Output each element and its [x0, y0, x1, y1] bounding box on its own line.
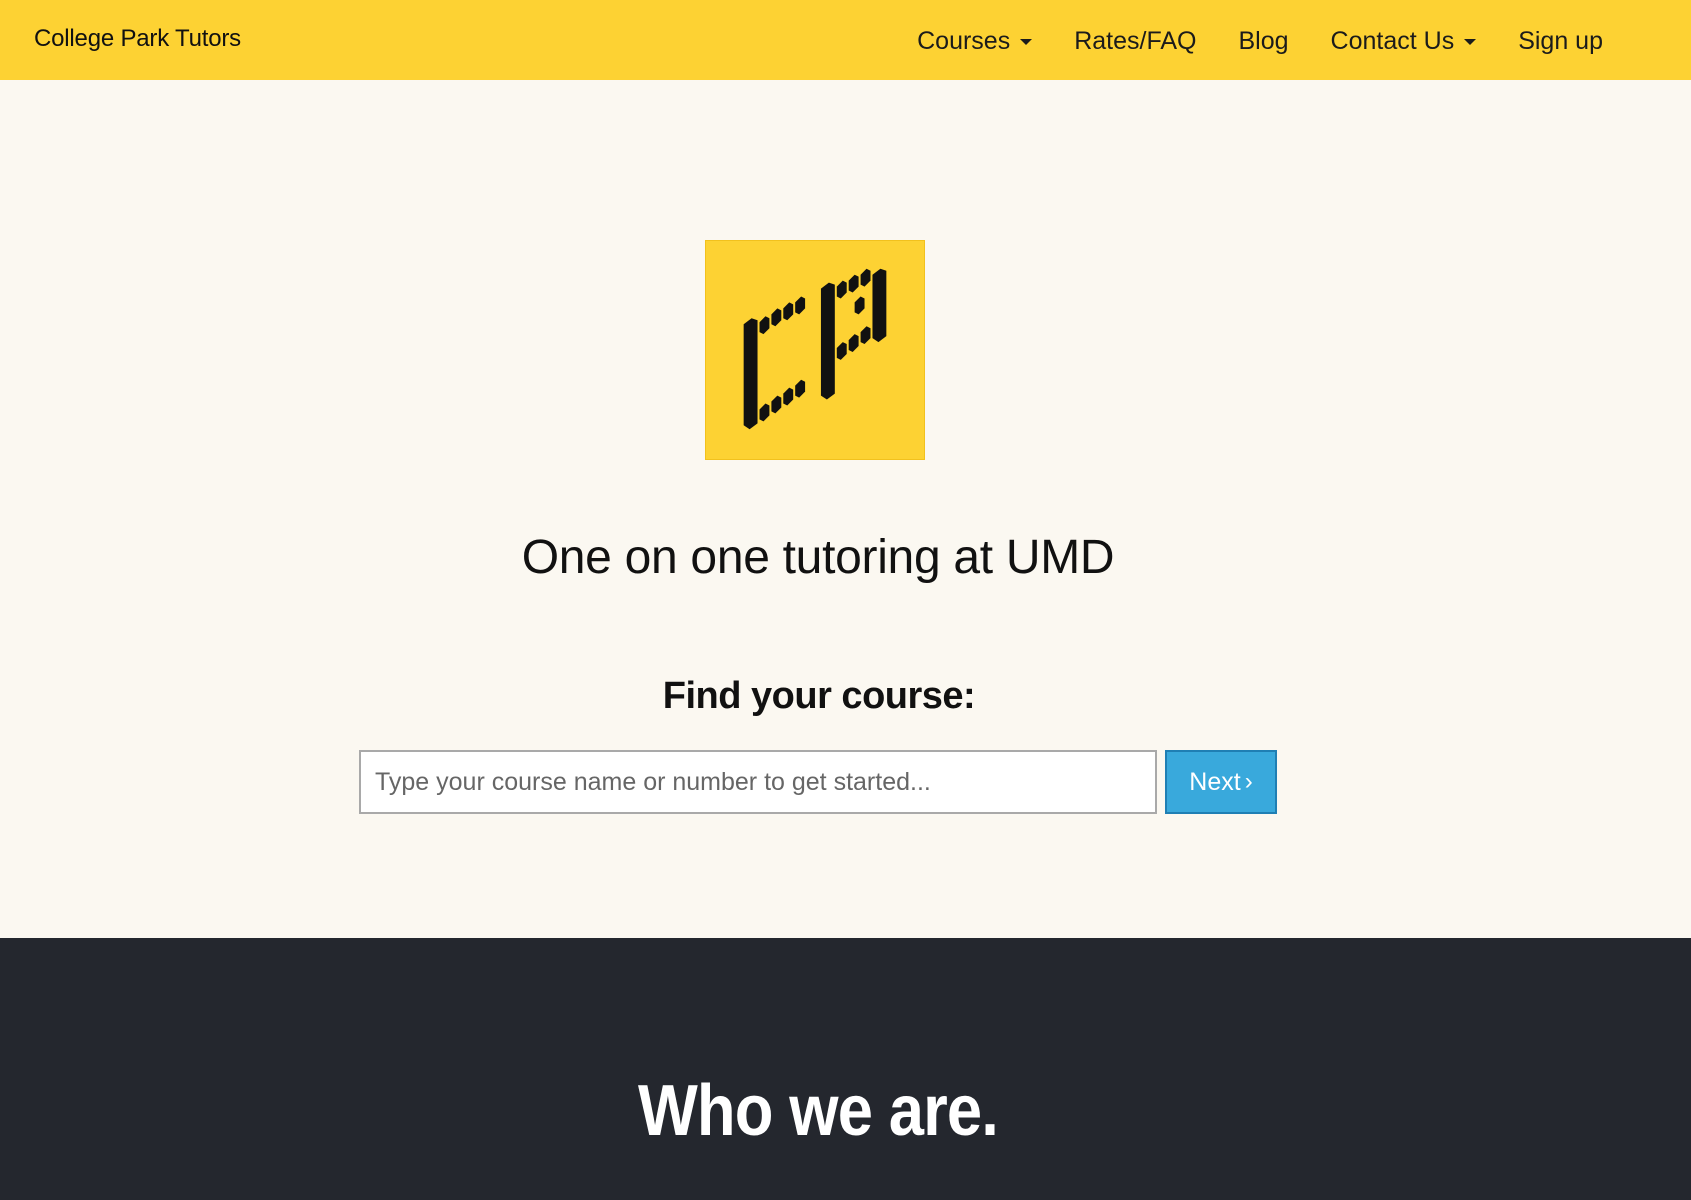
nav-contact-dropdown[interactable]: Contact Us	[1331, 27, 1477, 56]
nav-sign-up-label: Sign up	[1518, 26, 1603, 55]
nav-courses-label: Courses	[917, 26, 1011, 55]
college-park-logo-icon	[705, 240, 925, 460]
nav-contact-label: Contact Us	[1330, 26, 1455, 55]
top-navbar: College Park Tutors Courses Rates/FAQ Bl…	[0, 0, 1691, 80]
nav-blog-link[interactable]: Blog	[1238, 27, 1288, 56]
course-search-form: Next ›	[359, 750, 1277, 814]
nav-courses-dropdown[interactable]: Courses	[917, 26, 1033, 56]
caret-down-icon	[1020, 39, 1033, 45]
nav-rates-faq-link[interactable]: Rates/FAQ	[1074, 27, 1196, 56]
nav-blog-label: Blog	[1238, 26, 1289, 55]
next-button-label: Next	[1189, 767, 1241, 796]
chevron-right-icon: ›	[1244, 768, 1253, 795]
cp-logo-graphic	[706, 241, 924, 459]
caret-down-icon	[1464, 39, 1477, 45]
nav-rates-faq-label: Rates/FAQ	[1074, 26, 1197, 55]
course-search-input[interactable]	[359, 750, 1157, 814]
hero-tagline: One on one tutoring at UMD	[521, 531, 1115, 584]
next-button[interactable]: Next ›	[1165, 750, 1277, 814]
who-we-are-section: Who we are.	[0, 938, 1691, 1200]
find-course-label: Find your course:	[662, 675, 976, 717]
who-we-are-heading: Who we are.	[637, 1071, 999, 1151]
main-navigation: Courses Rates/FAQ Blog Contact Us Sign u…	[917, 27, 1603, 56]
hero-section: One on one tutoring at UMD Find your cou…	[0, 80, 1691, 938]
nav-sign-up-link[interactable]: Sign up	[1518, 27, 1603, 56]
brand-link[interactable]: College Park Tutors	[34, 25, 241, 53]
